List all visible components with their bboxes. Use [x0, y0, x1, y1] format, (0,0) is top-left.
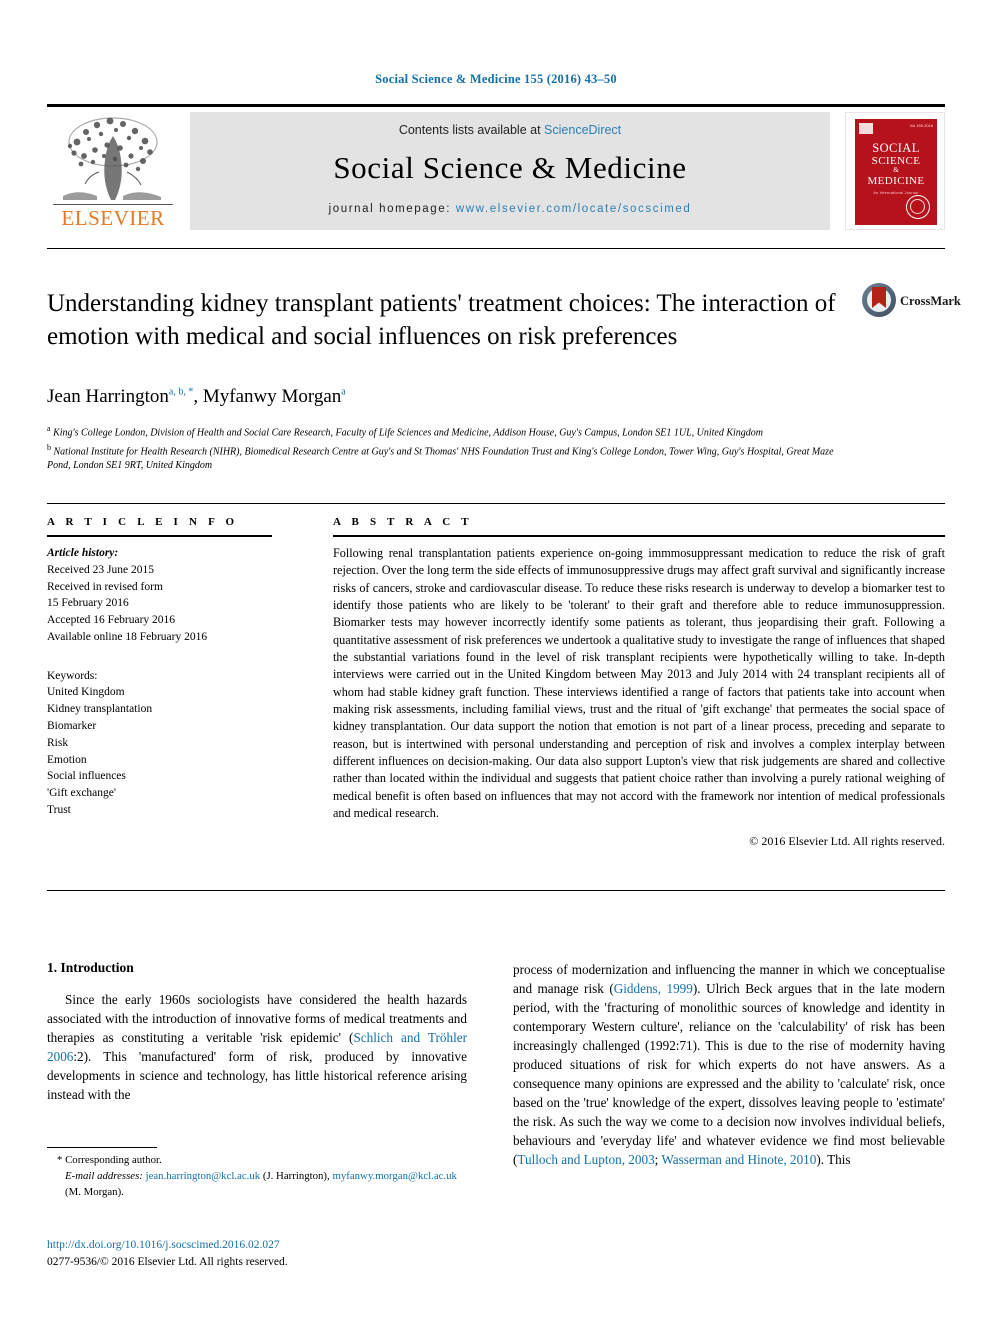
author-name-2: Myfanwy Morgan [202, 386, 342, 407]
title-separator-rule [47, 248, 945, 249]
affiliation-text-b: National Institute for Health Research (… [47, 445, 834, 472]
keyword-item: United Kingdom [47, 686, 125, 699]
affiliation-row: a King's College London, Division of Hea… [47, 423, 837, 441]
citation-tulloch-lupton[interactable]: Tulloch and Lupton, 2003 [517, 1152, 654, 1167]
corresponding-author-label: Corresponding author. [65, 1154, 162, 1166]
history-item: Received in revised form [47, 580, 163, 593]
email-owner-morgan: (M. Morgan). [65, 1185, 124, 1198]
elsevier-tree-icon [63, 117, 161, 200]
keyword-item: Emotion [47, 753, 87, 766]
crossmark-badge[interactable]: CrossMark [862, 283, 961, 317]
intro-right-text-2: ). Ulrich Beck argues that in the late m… [513, 981, 946, 1167]
article-info-column: A R T I C L E I N F O Article history: R… [47, 516, 272, 819]
history-item: 15 February 2016 [47, 597, 129, 610]
citation-giddens[interactable]: Giddens, 1999 [614, 981, 693, 996]
history-item: Received 23 June 2015 [47, 563, 154, 576]
intro-paragraph-right: process of modernization and influencing… [513, 960, 945, 1169]
email-link-harrington[interactable]: jean.harrington@kcl.ac.uk [146, 1170, 261, 1182]
cover-title-line3: & [893, 166, 899, 175]
corresponding-author-note: * Corresponding author. [47, 1153, 467, 1169]
cover-title-line4: MEDICINE [867, 175, 925, 188]
page-title: Understanding kidney transplant patients… [47, 290, 836, 350]
cover-issue-label: Vol 155 2016 [909, 123, 933, 128]
email-addresses-note: E-mail addresses: jean.harrington@kcl.ac… [47, 1169, 467, 1201]
author-marks-1: a, b, * [168, 386, 194, 398]
keyword-item: Kidney transplantation [47, 703, 153, 716]
contents-available-line: Contents lists available at ScienceDirec… [190, 123, 830, 137]
sciencedirect-link[interactable]: ScienceDirect [544, 123, 621, 137]
article-history-block: Article history: Received 23 June 2015 R… [47, 545, 272, 646]
cover-title-line1: SOCIAL [872, 141, 920, 155]
running-head: Social Science & Medicine 155 (2016) 43–… [375, 72, 617, 86]
email-owner-harrington: (J. Harrington), [262, 1169, 330, 1182]
author-name-1: Jean Harrington [47, 386, 169, 407]
abstract-column: A B S T R A C T Following renal transpla… [333, 516, 945, 849]
elsevier-wordmark: ELSEVIER [53, 204, 173, 231]
doi-block: http://dx.doi.org/10.1016/j.socscimed.20… [47, 1237, 477, 1272]
abstract-rule [333, 535, 945, 537]
footnote-separator-rule [47, 1147, 157, 1148]
cover-tagline: An International Journal [873, 191, 919, 195]
cover-title: SOCIAL SCIENCE & MEDICINE [855, 141, 937, 187]
journal-masthead: ELSEVIER Contents lists available at Sci… [47, 104, 945, 232]
crossmark-label: CrossMark [900, 294, 961, 308]
copyright-line: © 2016 Elsevier Ltd. All rights reserved… [749, 834, 945, 849]
corresponding-marker: * [57, 1154, 63, 1166]
article-info-heading: A R T I C L E I N F O [47, 516, 239, 528]
email-link-morgan[interactable]: myfanwy.morgan@kcl.ac.uk [332, 1170, 456, 1182]
homepage-url-link[interactable]: www.elsevier.com/locate/socscimed [456, 203, 692, 215]
intro-right-column: process of modernization and influencing… [513, 960, 945, 1169]
journal-cover-thumbnail: Vol 155 2016 SOCIAL SCIENCE & MEDICINE A… [845, 112, 945, 230]
author-marks-2: a [341, 386, 346, 398]
article-history-label: Article history: [47, 547, 119, 559]
cover-elsevier-mark-icon [859, 123, 873, 134]
email-addresses-label: E-mail addresses: [65, 1169, 143, 1182]
journal-cover-art: Vol 155 2016 SOCIAL SCIENCE & MEDICINE A… [855, 119, 937, 225]
masthead-top-rule [47, 104, 945, 107]
affiliation-list: a King's College London, Division of Hea… [47, 423, 837, 474]
journal-homepage-line: journal homepage: www.elsevier.com/locat… [190, 203, 830, 215]
paper-page: Social Science & Medicine 155 (2016) 43–… [0, 0, 992, 1323]
keyword-item: Risk [47, 736, 69, 749]
keyword-item: Social influences [47, 770, 126, 783]
abstract-text: Following renal transplantation patients… [333, 546, 945, 820]
intro-heading: 1. Introduction [47, 960, 134, 975]
keyword-item: Trust [47, 803, 71, 816]
cover-seal-icon [906, 195, 930, 219]
keywords-block: Keywords: United Kingdom Kidney transpla… [47, 668, 272, 819]
footnote-block: * Corresponding author. E-mail addresses… [47, 1153, 467, 1200]
affiliation-row: b National Institute for Health Research… [47, 442, 837, 474]
doi-link[interactable]: http://dx.doi.org/10.1016/j.socscimed.20… [47, 1237, 477, 1254]
issn-copyright-line: 0277-9536/© 2016 Elsevier Ltd. All right… [47, 1256, 288, 1269]
author-list: Jean Harringtona, b, *, Myfanwy Morgana [47, 386, 346, 407]
intro-right-text-3: ). This [816, 1152, 851, 1167]
affiliation-mark-a: a [47, 424, 51, 433]
keywords-label: Keywords: [47, 669, 98, 682]
elsevier-logo: ELSEVIER [53, 112, 173, 230]
article-info-rule [47, 535, 272, 537]
homepage-label: journal homepage: [328, 203, 452, 215]
intro-paragraph-left: Since the early 1960s sociologists have … [47, 990, 467, 1104]
intro-text-post: :2). This 'manufactured' form of risk, p… [47, 1049, 467, 1102]
crossmark-circle-icon [862, 283, 896, 317]
history-item: Available online 18 February 2016 [47, 630, 208, 643]
affiliation-text-a: King's College London, Division of Healt… [53, 427, 764, 439]
info-bottom-rule [47, 890, 945, 891]
affiliation-mark-b: b [47, 442, 51, 452]
info-top-rule [47, 503, 945, 504]
journal-title: Social Science & Medicine [333, 150, 687, 185]
keyword-item: 'Gift exchange' [47, 787, 116, 800]
intro-left-column: 1. Introduction Since the early 1960s so… [47, 960, 467, 1104]
journal-banner: Contents lists available at ScienceDirec… [190, 112, 830, 230]
citation-wasserman-hinote[interactable]: Wasserman and Hinote, 2010 [661, 1152, 816, 1167]
history-item: Accepted 16 February 2016 [47, 614, 176, 627]
abstract-heading: A B S T R A C T [333, 516, 473, 528]
keyword-item: Biomarker [47, 720, 97, 733]
contents-prefix: Contents lists available at [398, 123, 541, 137]
